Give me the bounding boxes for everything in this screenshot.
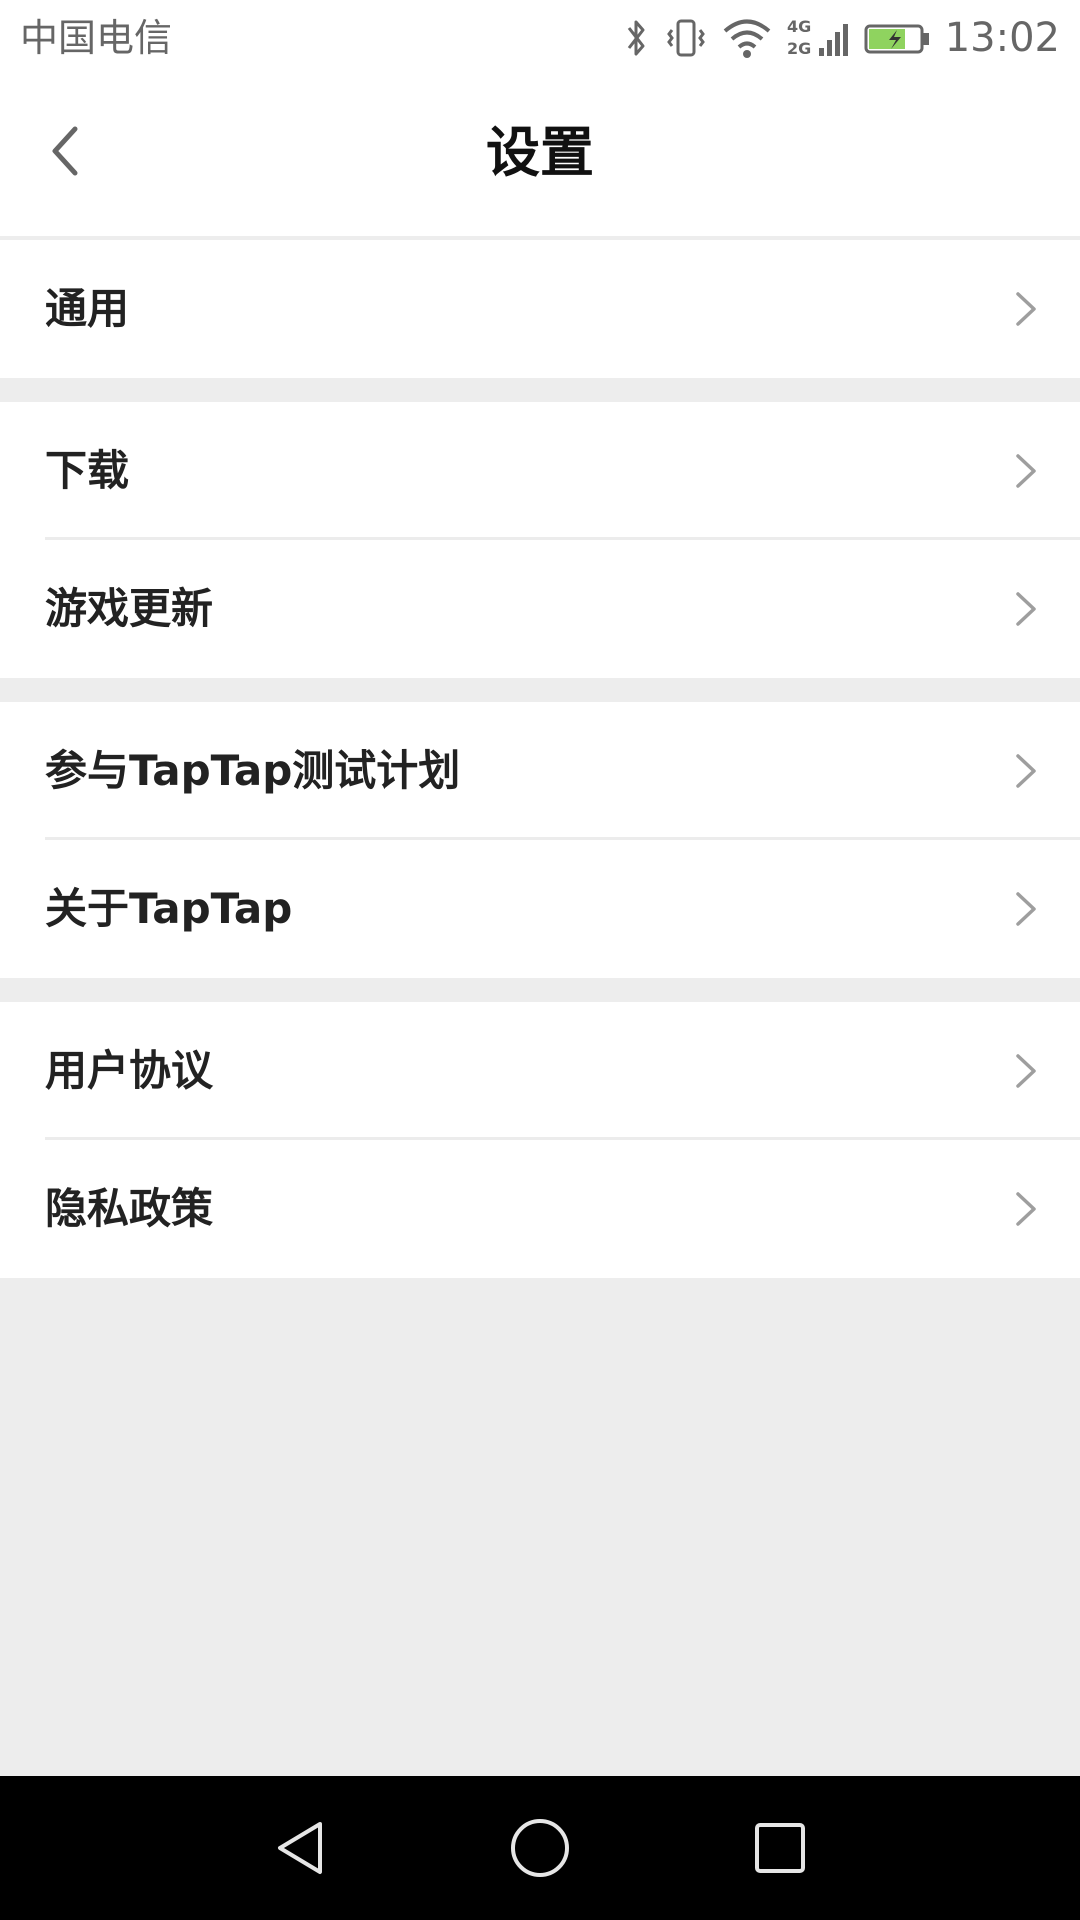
chevron-right-icon [1016,592,1036,626]
network-label-4g: 4G [787,17,811,36]
clock: 13:02 [944,15,1060,61]
settings-item-user-agreement[interactable]: 用户协议 [0,1002,1080,1140]
back-triangle-icon [278,1822,322,1874]
settings-item-download[interactable]: 下载 [0,402,1080,540]
home-circle-icon [511,1819,569,1877]
chevron-right-icon [1016,754,1036,788]
recents-square-icon [755,1823,805,1873]
app-header: 设置 [0,76,1080,236]
status-bar: 中国电信 4G 2G 13:02 [0,0,1080,76]
settings-item-label: 下载 [45,446,130,495]
nav-home-button[interactable] [504,1812,576,1884]
settings-group-legal: 用户协议 隐私政策 [0,1002,1080,1278]
settings-item-label: 用户协议 [45,1046,214,1095]
network-label-2g: 2G [787,39,811,58]
nav-back-button[interactable] [264,1812,336,1884]
settings-item-game-updates[interactable]: 游戏更新 [0,540,1080,678]
settings-item-privacy-policy[interactable]: 隐私政策 [0,1140,1080,1278]
cellular-signal-icon: 4G 2G [787,17,848,58]
chevron-right-icon [1016,1054,1036,1088]
chevron-right-icon [1016,454,1036,488]
settings-group-general: 通用 [0,240,1080,378]
wifi-icon [723,19,771,58]
settings-item-label: 参与TapTap测试计划 [45,746,461,795]
chevron-right-icon [1016,292,1036,326]
status-icons: 4G 2G 13:02 [607,10,1060,66]
settings-item-test-program[interactable]: 参与TapTap测试计划 [0,702,1080,840]
page-title: 设置 [486,121,594,184]
settings-item-label: 隐私政策 [45,1184,214,1233]
battery-charging-icon [864,24,929,54]
chevron-right-icon [1016,892,1036,926]
vibrate-icon [666,19,705,57]
nav-recents-button[interactable] [744,1812,816,1884]
settings-group-taptap: 参与TapTap测试计划 关于TapTap [0,702,1080,978]
chevron-right-icon [1016,1192,1036,1226]
settings-item-label: 通用 [45,284,130,333]
system-nav-bar [0,1776,1080,1920]
settings-item-general[interactable]: 通用 [0,240,1080,378]
carrier-name: 中国电信 [20,16,173,60]
settings-item-label: 游戏更新 [45,584,214,633]
settings-group-downloads: 下载 游戏更新 [0,402,1080,678]
settings-item-label: 关于TapTap [45,884,293,933]
settings-item-about[interactable]: 关于TapTap [0,840,1080,978]
bluetooth-icon [627,20,645,56]
